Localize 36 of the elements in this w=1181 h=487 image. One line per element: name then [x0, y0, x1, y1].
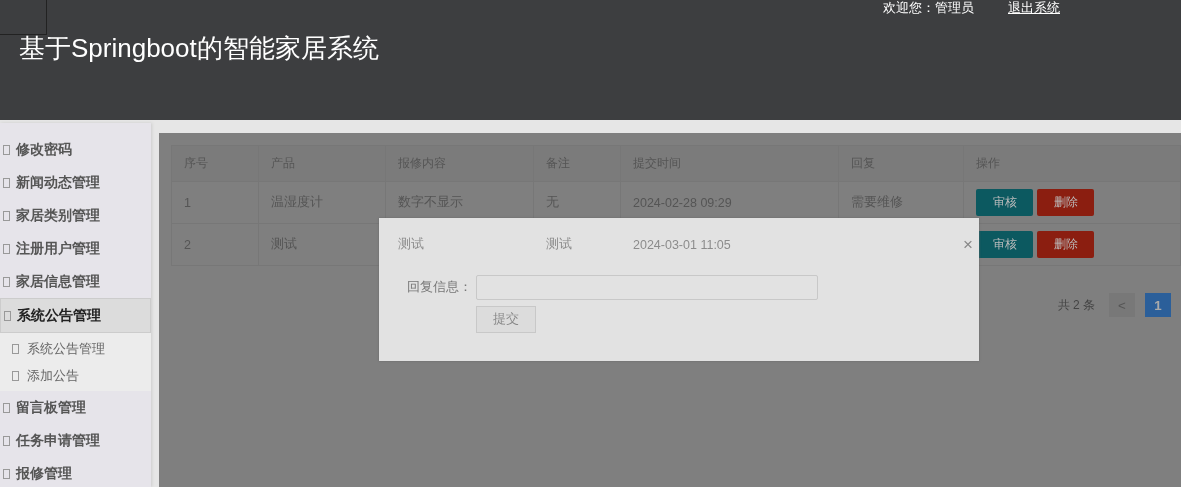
sidebar-item[interactable]: 留言板管理	[0, 391, 151, 424]
corner-frame	[0, 0, 47, 35]
field-label: 回复信息：	[407, 279, 472, 296]
square-icon	[3, 276, 10, 287]
square-icon	[3, 144, 10, 155]
submenu-item[interactable]: 系统公告管理	[0, 335, 151, 362]
square-icon	[12, 370, 19, 381]
sidebar-item[interactable]: 修改密码	[0, 133, 151, 166]
review-button[interactable]: 审核	[976, 189, 1033, 216]
app-title: 基于Springboot的智能家居系统	[19, 32, 379, 65]
welcome-text: 欢迎您：管理员	[883, 0, 974, 16]
square-icon	[3, 210, 10, 221]
square-icon	[3, 177, 10, 188]
square-icon	[4, 310, 11, 321]
delete-button[interactable]: 删除	[1037, 189, 1094, 216]
sidebar-item[interactable]: 注册用户管理	[0, 232, 151, 265]
sidebar-item[interactable]: 新闻动态管理	[0, 166, 151, 199]
table-cell: 测试	[398, 237, 424, 251]
square-icon	[3, 468, 10, 479]
reply-input-field[interactable]	[476, 275, 818, 300]
sidebar-item[interactable]: 家居类别管理	[0, 199, 151, 232]
logout-link[interactable]: 退出系统	[1008, 0, 1060, 16]
delete-button[interactable]: 删除	[1037, 231, 1094, 258]
total-count: 共 2 条	[1057, 296, 1095, 314]
sidebar-item[interactable]: 任务申请管理	[0, 424, 151, 457]
table-cell: 测试	[546, 237, 572, 251]
square-icon	[3, 243, 10, 254]
square-icon	[3, 435, 10, 446]
sidebar-item[interactable]: 报修管理	[0, 457, 151, 487]
square-icon	[3, 402, 10, 413]
square-icon	[12, 343, 19, 354]
table-cell: 2024-03-01 11:05	[633, 237, 731, 252]
sidebar-item[interactable]: 家居信息管理	[0, 265, 151, 298]
review-button[interactable]: 审核	[976, 231, 1033, 258]
sidebar-item[interactable]: 系统公告管理	[0, 298, 151, 333]
submenu-item[interactable]: 添加公告	[0, 362, 151, 389]
